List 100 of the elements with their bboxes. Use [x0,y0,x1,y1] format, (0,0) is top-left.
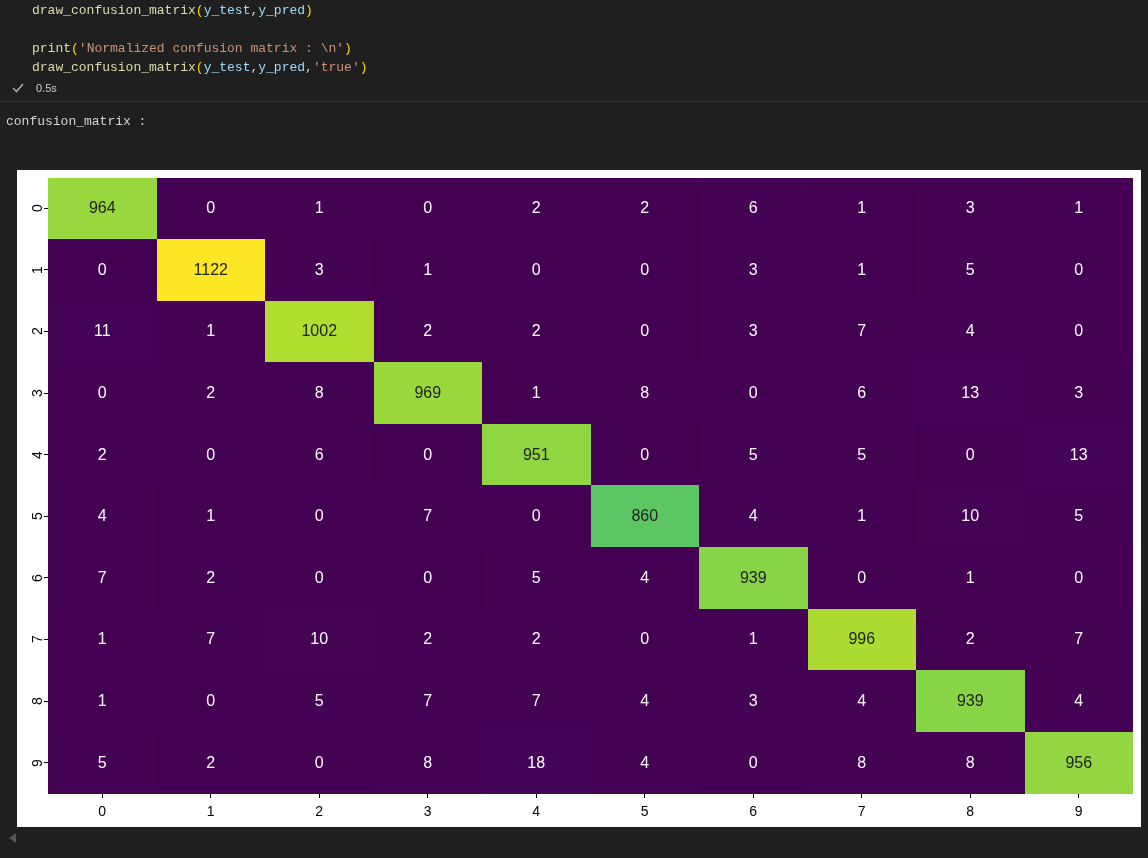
heatmap-cell: 2 [482,177,591,240]
heatmap-cell: 0 [373,547,482,609]
heatmap-cell: 5 [482,547,591,609]
heatmap-cell: 1122 [156,239,265,301]
heatmap-cell: 4 [590,731,699,794]
heatmap-cell: 0 [1024,300,1133,363]
heatmap-cell: 5 [699,423,808,486]
heatmap-cell: 1 [48,608,157,671]
code-line: draw_confusion_matrix(y_test,y_pred) [32,2,314,20]
heatmap-cell: 6 [807,362,916,424]
y-tick-label: 4 [30,450,45,459]
heatmap-cell: 8 [373,731,482,794]
heatmap-cell: 7 [1024,608,1133,671]
heatmap-cell: 1 [482,362,591,424]
heatmap-cell: 1 [1024,177,1133,240]
heatmap-cell: 939 [916,670,1025,732]
y-tick-label: 0 [30,204,45,213]
x-tick-label: 7 [857,801,866,821]
heatmap-cell: 7 [482,670,591,732]
heatmap-cell: 0 [1024,547,1133,609]
heatmap-cell: 4 [916,300,1025,363]
heatmap-cell: 8 [916,731,1025,794]
heatmap-cell: 0 [48,239,157,301]
heatmap-cell: 4 [590,670,699,732]
heatmap-cell: 1 [156,485,265,548]
heatmap-cell: 3 [265,239,374,301]
heatmap-cell: 951 [482,423,591,486]
heatmap-cell: 7 [156,608,265,671]
heatmap-cell: 18 [482,731,591,794]
x-tick-label: 9 [1074,801,1083,821]
heatmap-cell: 3 [1024,362,1133,424]
heatmap-cell: 2 [156,731,265,794]
heatmap-cell: 0 [265,547,374,609]
heatmap-cell: 4 [1024,670,1133,732]
heatmap-cell: 2 [482,300,591,363]
heatmap-cell: 13 [916,362,1025,424]
heatmap-cell: 0 [590,239,699,301]
heatmap-cell: 2 [590,177,699,240]
heatmap-cell: 0 [916,423,1025,486]
x-tick-label: 1 [206,801,215,821]
heatmap-cell: 2 [156,362,265,424]
heatmap-cell: 0 [156,177,265,240]
x-tick-label: 8 [966,801,975,821]
heatmap-cell: 969 [373,362,482,424]
heatmap-cell: 1 [265,177,374,240]
heatmap-cell: 0 [373,177,482,240]
scroll-left-icon[interactable] [9,832,17,843]
y-tick-label: 3 [30,389,45,397]
x-tick-label: 4 [532,801,541,821]
heatmap-cell: 1 [373,239,482,301]
heatmap-cell: 1 [807,177,916,240]
x-tick-label: 5 [640,801,649,821]
heatmap-cell: 5 [48,731,157,794]
heatmap-cell: 2 [373,300,482,363]
y-tick-label: 2 [30,327,45,336]
heatmap-cell: 996 [807,608,916,671]
code-line: draw_confusion_matrix(y_test,y_pred,'true') [32,59,369,77]
heatmap-cell: 4 [590,547,699,609]
heatmap-cell: 2 [48,423,157,486]
heatmap-cell: 3 [699,670,808,732]
heatmap-cell: 8 [265,362,374,424]
heatmap-cell: 6 [699,177,808,240]
heatmap-cell: 0 [807,547,916,609]
heatmap-cell: 6 [265,423,374,486]
heatmap-cell: 1 [699,608,808,671]
heatmap-cell: 2 [156,547,265,609]
y-tick-label: 5 [30,512,45,521]
execution-time: 0.5s [36,80,57,96]
heatmap-cell: 956 [1024,731,1133,794]
heatmap-cell: 10 [265,608,374,671]
heatmap-cell: 2 [916,608,1025,671]
heatmap-cell: 4 [807,670,916,732]
heatmap-cell: 0 [265,485,374,548]
heatmap-cell: 964 [48,177,157,240]
heatmap-cell: 5 [1024,485,1133,548]
heatmap-cell: 0 [1024,239,1133,301]
heatmap-cell: 13 [1024,423,1133,486]
y-tick-label: 6 [30,573,45,582]
heatmap-cell: 1002 [265,300,374,363]
code-line: print('Normalized confusion matrix : \n') [32,40,353,58]
output-text: confusion_matrix : [5,113,148,131]
heatmap-cell: 5 [265,670,374,732]
y-tick-label: 1 [30,266,45,274]
heatmap-cell: 0 [590,423,699,486]
heatmap-cell: 0 [699,362,808,424]
heatmap-cell: 1 [156,300,265,363]
x-tick-label: 2 [315,801,324,821]
heatmap-cell: 11 [48,300,157,363]
heatmap-cell: 0 [373,423,482,486]
heatmap-cell: 1 [916,547,1025,609]
heatmap-cell: 0 [482,485,591,548]
heatmap-cell: 8 [590,362,699,424]
heatmap-cell: 2 [482,608,591,671]
heatmap-cell: 0 [156,670,265,732]
heatmap-cell: 4 [699,485,808,548]
heatmap-cell: 7 [807,300,916,363]
heatmap-cell: 4 [48,485,157,548]
x-tick-label: 3 [423,801,432,821]
heatmap-cell: 0 [156,423,265,486]
heatmap-cell: 0 [482,239,591,301]
